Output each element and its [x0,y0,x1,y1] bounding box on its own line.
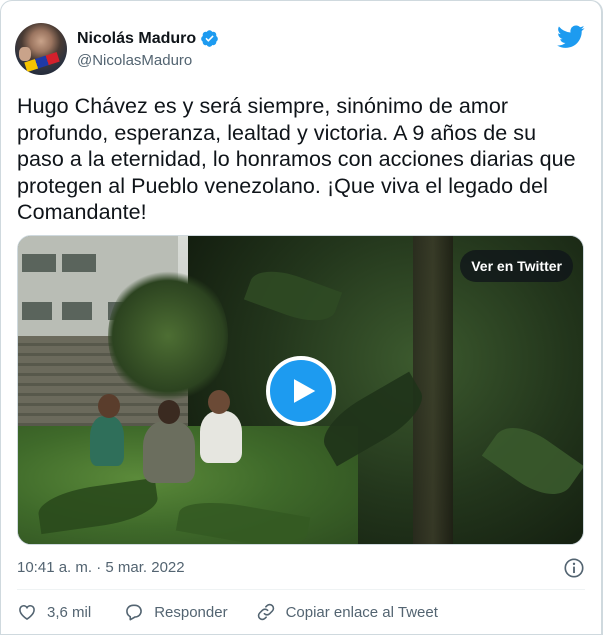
reply-bubble-icon [126,604,143,621]
tweet-card: Nicolás Maduro @NicolasMaduro Hugo Cháve… [0,0,603,635]
tweet-text: Hugo Chávez es y será siempre, sinónimo … [17,94,576,224]
like-count: 3,6 mil [47,603,92,621]
play-button[interactable] [266,356,336,426]
copy-link-label: Copiar enlace al Tweet [285,603,438,621]
verified-badge-icon [201,30,218,47]
play-icon [293,379,315,403]
divider [17,589,585,590]
action-bar: 3,6 mil Responder Copiar enlace al Tweet [17,599,438,625]
avatar[interactable] [15,23,67,75]
view-on-twitter-button[interactable]: Ver en Twitter [460,250,573,282]
author-name-row[interactable]: Nicolás Maduro [77,29,219,48]
tweet-header: Nicolás Maduro @NicolasMaduro [15,21,591,77]
video-player[interactable]: Ver en Twitter [17,235,584,545]
like-button[interactable]: 3,6 mil [17,602,91,622]
reply-label: Responder [154,603,228,621]
info-icon[interactable] [563,557,585,579]
link-icon [257,603,274,621]
copy-link-button[interactable]: Copiar enlace al Tweet [256,602,438,622]
author-handle[interactable]: @NicolasMaduro [77,52,192,69]
author-name[interactable]: Nicolás Maduro [77,30,196,48]
twitter-bird-icon[interactable] [557,25,585,49]
tweet-timestamp[interactable]: 10:41 a. m. · 5 mar. 2022 [17,559,185,576]
heart-icon [19,604,35,621]
reply-button[interactable]: Responder [124,602,228,622]
tweet-meta: 10:41 a. m. · 5 mar. 2022 [17,557,585,579]
